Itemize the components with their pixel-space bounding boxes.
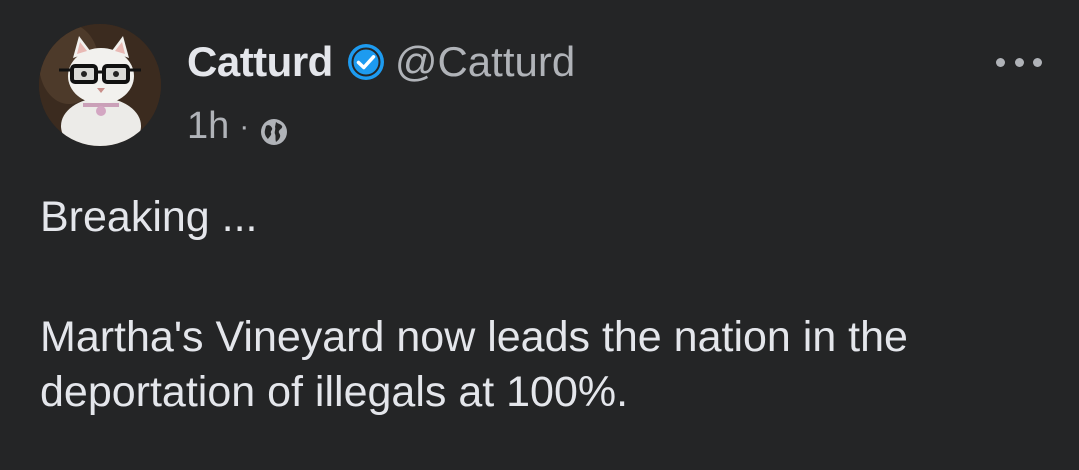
post-content: Breaking ... Martha's Vineyard now leads… — [40, 190, 1050, 420]
more-options-icon[interactable] — [996, 52, 1042, 72]
post-card: Catturd @Catturd 1h · Breaking ... Marth… — [0, 0, 1079, 470]
post-meta: 1h · — [187, 105, 289, 148]
post-paragraph-2: Martha's Vineyard now leads the nation i… — [40, 313, 908, 416]
meta-separator: · — [239, 109, 250, 143]
cat-avatar-image — [39, 24, 161, 146]
avatar[interactable] — [39, 24, 161, 146]
post-paragraph-1: Breaking ... — [40, 193, 258, 241]
author-name[interactable]: Catturd — [187, 38, 333, 86]
globe-icon[interactable] — [259, 114, 289, 145]
dot-icon — [1014, 57, 1024, 67]
post-timestamp[interactable]: 1h — [187, 105, 229, 148]
author-handle[interactable]: @Catturd — [395, 38, 575, 86]
verified-badge-icon — [347, 43, 385, 81]
dot-icon — [1033, 57, 1042, 67]
author-row: Catturd @Catturd — [187, 38, 575, 86]
dot-icon — [996, 57, 1005, 67]
